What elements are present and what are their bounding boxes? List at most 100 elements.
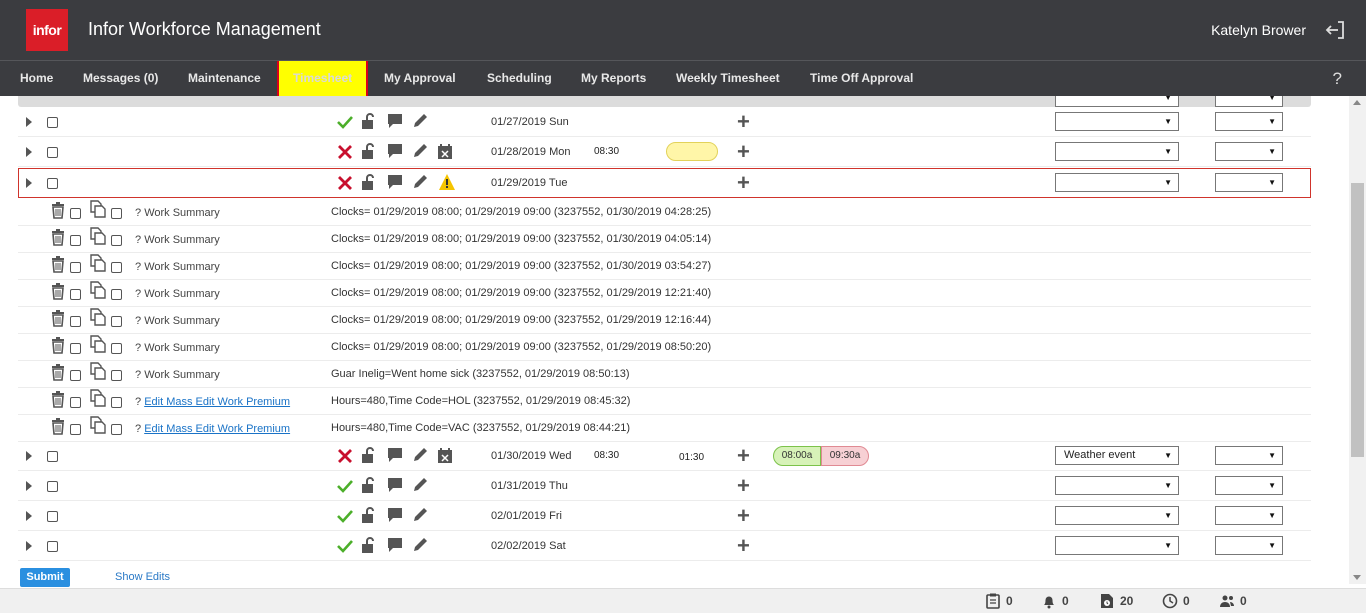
row-checkbox[interactable] [47, 147, 58, 158]
comment-icon[interactable] [386, 536, 404, 554]
pencil-icon[interactable] [411, 112, 429, 130]
row-checkbox-secondary[interactable] [111, 424, 122, 435]
pencil-icon[interactable] [411, 446, 429, 464]
unlock-icon[interactable] [359, 446, 377, 464]
edit-mass-edit-link[interactable]: Edit Mass Edit Work Premium [144, 423, 290, 435]
nav-scheduling[interactable]: Scheduling [487, 61, 552, 97]
clock-in-field[interactable]: 08:30 [594, 146, 619, 157]
row-checkbox-secondary[interactable] [111, 235, 122, 246]
nav-home[interactable]: Home [20, 61, 53, 97]
extra-select[interactable] [1215, 536, 1283, 555]
reason-select[interactable] [1055, 142, 1179, 161]
copy-document-icon[interactable] [89, 362, 107, 380]
pencil-icon[interactable] [411, 536, 429, 554]
trash-icon[interactable] [49, 228, 67, 246]
expand-arrow[interactable] [26, 178, 32, 188]
reason-select[interactable] [1055, 112, 1179, 131]
submit-button[interactable]: Submit [20, 568, 70, 587]
row-checkbox[interactable] [70, 370, 81, 381]
unlock-icon[interactable] [359, 112, 377, 130]
extra-select[interactable] [1215, 112, 1283, 131]
row-checkbox[interactable] [47, 117, 58, 128]
copy-document-icon[interactable] [89, 416, 107, 434]
trash-icon[interactable] [49, 363, 67, 381]
reason-select[interactable] [1055, 536, 1179, 555]
unlock-icon[interactable] [359, 173, 377, 191]
pencil-icon[interactable] [411, 506, 429, 524]
row-checkbox-secondary[interactable] [111, 289, 122, 300]
row-checkbox-secondary[interactable] [111, 343, 122, 354]
row-checkbox-secondary[interactable] [111, 370, 122, 381]
edit-mass-edit-link[interactable]: Edit Mass Edit Work Premium [144, 396, 290, 408]
extra-select-top[interactable] [1215, 96, 1283, 107]
row-checkbox[interactable] [70, 262, 81, 273]
row-checkbox[interactable] [47, 451, 58, 462]
unlock-icon[interactable] [359, 142, 377, 160]
reason-select-top[interactable] [1055, 96, 1179, 107]
calendar-x-icon[interactable] [436, 447, 454, 465]
extra-select[interactable] [1215, 142, 1283, 161]
calendar-x-icon[interactable] [436, 143, 454, 161]
reason-select[interactable]: Weather event [1055, 446, 1179, 465]
row-checkbox[interactable] [47, 511, 58, 522]
expand-arrow[interactable] [26, 511, 32, 521]
nav-weekly-timesheet[interactable]: Weekly Timesheet [676, 61, 780, 97]
add-plus-icon[interactable]: + [737, 475, 750, 497]
reason-select[interactable] [1055, 506, 1179, 525]
scrollbar-thumb[interactable] [1351, 183, 1364, 457]
trash-icon[interactable] [49, 201, 67, 219]
copy-document-icon[interactable] [89, 335, 107, 353]
add-plus-icon[interactable]: + [737, 535, 750, 557]
nav-messages[interactable]: Messages (0) [83, 61, 158, 97]
comment-icon[interactable] [386, 173, 404, 191]
trash-icon[interactable] [49, 336, 67, 354]
add-plus-icon[interactable]: + [737, 172, 750, 194]
pencil-icon[interactable] [411, 142, 429, 160]
trash-icon[interactable] [49, 390, 67, 408]
copy-document-icon[interactable] [89, 308, 107, 326]
row-checkbox-secondary[interactable] [111, 316, 122, 327]
shift-end-pill[interactable]: 09:30a [821, 446, 869, 466]
status-team[interactable]: 0 [1219, 593, 1259, 611]
user-name[interactable]: Katelyn Brower [1211, 22, 1306, 38]
show-edits-link[interactable]: Show Edits [115, 571, 170, 583]
pencil-icon[interactable] [411, 476, 429, 494]
copy-document-icon[interactable] [89, 389, 107, 407]
row-checkbox[interactable] [47, 541, 58, 552]
logout-icon[interactable] [1324, 18, 1348, 42]
trash-icon[interactable] [49, 309, 67, 327]
scroll-up-arrow-icon[interactable] [1353, 100, 1361, 105]
extra-select[interactable] [1215, 173, 1283, 192]
nav-my-reports[interactable]: My Reports [581, 61, 646, 97]
add-plus-icon[interactable]: + [737, 141, 750, 163]
extra-select[interactable] [1215, 476, 1283, 495]
expand-arrow[interactable] [26, 541, 32, 551]
reason-select[interactable] [1055, 476, 1179, 495]
row-checkbox[interactable] [70, 397, 81, 408]
trash-icon[interactable] [49, 417, 67, 435]
row-checkbox[interactable] [47, 481, 58, 492]
help-icon[interactable]: ? [1333, 69, 1342, 89]
row-checkbox[interactable] [47, 178, 58, 189]
schedule-pill-empty[interactable] [666, 142, 718, 161]
row-checkbox[interactable] [70, 208, 81, 219]
expand-arrow[interactable] [26, 147, 32, 157]
nav-time-off-approval[interactable]: Time Off Approval [810, 61, 913, 97]
trash-icon[interactable] [49, 255, 67, 273]
status-tasks[interactable]: 0 [985, 593, 1025, 611]
nav-timesheet[interactable]: Timesheet [277, 61, 369, 97]
row-checkbox[interactable] [70, 289, 81, 300]
scroll-down-arrow-icon[interactable] [1353, 575, 1361, 580]
add-plus-icon[interactable]: + [737, 445, 750, 467]
copy-document-icon[interactable] [89, 254, 107, 272]
unlock-icon[interactable] [359, 506, 377, 524]
unlock-icon[interactable] [359, 476, 377, 494]
row-checkbox[interactable] [70, 235, 81, 246]
comment-icon[interactable] [386, 112, 404, 130]
copy-document-icon[interactable] [89, 281, 107, 299]
comment-icon[interactable] [386, 506, 404, 524]
comment-icon[interactable] [386, 476, 404, 494]
nav-maintenance[interactable]: Maintenance [188, 61, 261, 97]
row-checkbox[interactable] [70, 343, 81, 354]
status-time[interactable]: 0 [1162, 593, 1202, 611]
